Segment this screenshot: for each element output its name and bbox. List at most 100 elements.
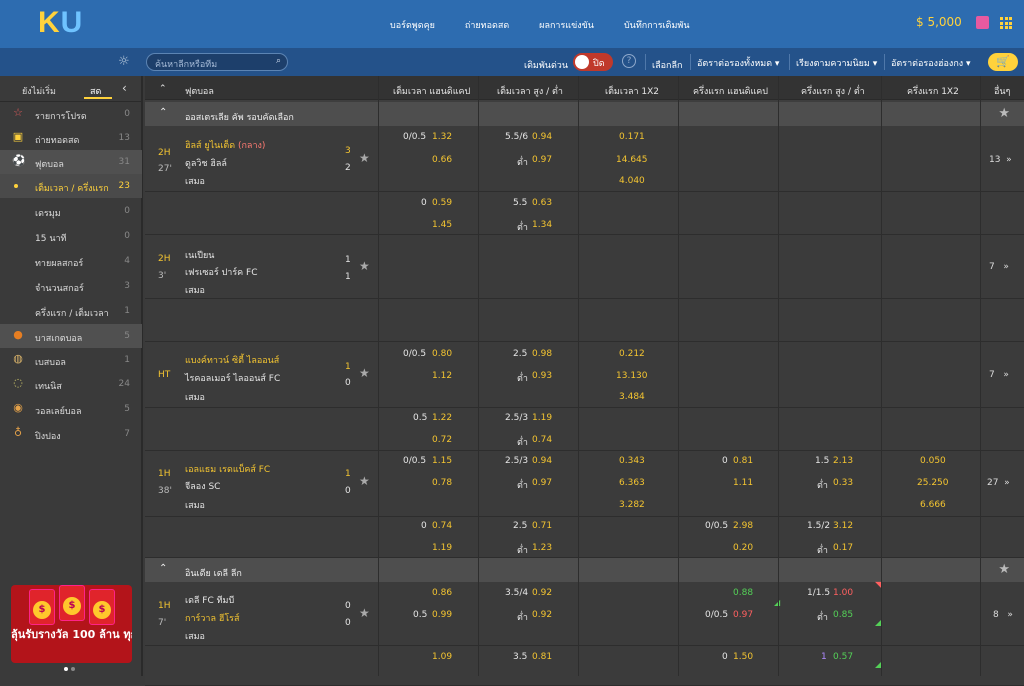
collapse-chevron-icon[interactable]: ‹ xyxy=(122,81,127,95)
odds-button[interactable]: 0.71 xyxy=(532,521,552,531)
collapse-icon[interactable]: ⌃ xyxy=(159,563,167,574)
tab-live[interactable]: สด xyxy=(90,84,101,98)
sidebar-item-volleyball[interactable]: ◉ วอลเลย์บอล 5 xyxy=(0,397,142,421)
odds-button[interactable]: 0.81 xyxy=(532,652,552,662)
odds-button[interactable]: 0.74 xyxy=(532,435,552,445)
odds-button[interactable]: 1.23 xyxy=(532,543,552,553)
home-team[interactable]: เดลี FC ทีมบี xyxy=(185,593,234,607)
home-team[interactable]: ฮิลส์ ยูไนเต็ด (กลาง) xyxy=(185,138,265,152)
odds-button[interactable]: 0.97 xyxy=(532,155,552,165)
odds-button[interactable]: 2.98 xyxy=(733,521,753,531)
nav-results[interactable]: ผลการแข่งขัน xyxy=(539,18,594,32)
more-markets-button[interactable]: 13 » xyxy=(989,155,1012,165)
nav-forum[interactable]: บอร์ดพูดคุย xyxy=(390,18,435,32)
quick-bet-toggle[interactable]: ปิด xyxy=(573,53,613,71)
odds-button[interactable]: 0.78 xyxy=(432,478,452,488)
odds-button[interactable]: 1.12 xyxy=(432,371,452,381)
odds-button[interactable]: 0.86 xyxy=(432,588,452,598)
odds-button[interactable]: 1.50 xyxy=(733,652,753,662)
odds-button[interactable]: 1.11 xyxy=(733,478,753,488)
apps-grid-icon[interactable] xyxy=(1000,17,1012,29)
odds-button[interactable]: 6.666 xyxy=(920,500,946,510)
away-team[interactable]: จีลอง SC xyxy=(185,479,220,493)
search-input[interactable]: ค้นหาลีกหรือทีม ⌕ xyxy=(146,53,288,71)
away-team[interactable]: ไรคอลเมอร์ ไลออนส์ FC xyxy=(185,371,280,385)
sidebar-item-corners[interactable]: เดรมุม 0 xyxy=(0,199,142,223)
odds-button[interactable]: 0.92 xyxy=(532,610,552,620)
gift-icon[interactable] xyxy=(976,16,989,29)
odds-button[interactable]: 14.645 xyxy=(616,155,648,165)
odds-button[interactable]: 0.80 xyxy=(432,349,452,359)
sidebar-item-correct-score[interactable]: ทายผลสกอร์ 4 xyxy=(0,249,142,273)
odds-button[interactable]: 0.343 xyxy=(619,456,645,466)
odds-button[interactable]: 0.93 xyxy=(532,371,552,381)
promo-pager[interactable] xyxy=(64,667,75,671)
odds-button[interactable]: 6.363 xyxy=(619,478,645,488)
odds-button[interactable]: 0.66 xyxy=(432,155,452,165)
sidebar-item-favorites[interactable]: ☆ รายการโปรด 0 xyxy=(0,102,142,126)
sidebar-item-tennis[interactable]: ◌ เทนนิส 24 xyxy=(0,372,142,396)
more-markets-button[interactable]: 27 » xyxy=(987,478,1010,488)
bet-slip-icon[interactable]: 🛒 xyxy=(988,53,1018,71)
odds-button[interactable]: 1.19 xyxy=(532,413,552,423)
away-team[interactable]: ดูลวิช ฮิลล์ xyxy=(185,156,227,170)
odds-button[interactable]: 0.57 xyxy=(833,652,853,662)
odds-button[interactable]: 1.22 xyxy=(432,413,452,423)
odds-button[interactable]: 0.92 xyxy=(532,588,552,598)
odds-button[interactable]: 3.12 xyxy=(833,521,853,531)
odds-button[interactable]: 0.88 xyxy=(733,588,753,598)
league-header[interactable]: ⌃ ออสเตรเลีย คัพ รอบคัดเลือก ★ xyxy=(145,102,1024,126)
odds-all-dropdown[interactable]: อัตราต่อรองทั้งหมด xyxy=(697,56,779,70)
sidebar-item-fulltime-halftime[interactable]: เต็มเวลา / ครึ่งแรก 23 xyxy=(0,174,142,198)
odds-button[interactable]: 1.45 xyxy=(432,220,452,230)
favorite-star-icon[interactable]: ★ xyxy=(359,366,370,380)
nav-bet-history[interactable]: บันทึกการเดิมพัน xyxy=(624,18,690,32)
search-icon[interactable]: ⌕ xyxy=(276,56,281,66)
favorite-star-icon[interactable]: ★ xyxy=(359,151,370,165)
promo-banner[interactable]: $$$ ลุ้นรับรางวัล 100 ล้าน ทุกสัปดาห์ xyxy=(11,585,132,663)
sidebar-item-baseball[interactable]: ◍ เบสบอล 1 xyxy=(0,348,142,372)
odds-button[interactable]: 1.19 xyxy=(432,543,452,553)
odds-button[interactable]: 0.94 xyxy=(532,132,552,142)
odds-button[interactable]: 0.20 xyxy=(733,543,753,553)
home-team[interactable]: แบงค์ทาวน์ ซิตี้ ไลออนส์ xyxy=(185,353,279,367)
nav-live-stream[interactable]: ถ่ายทอดสด xyxy=(465,18,509,32)
sidebar-item-halftime-fulltime[interactable]: ครึ่งแรก / เต็มเวลา 1 xyxy=(0,299,142,323)
favorite-star-icon[interactable]: ★ xyxy=(359,606,370,620)
odds-button[interactable]: 1.00 xyxy=(833,588,853,598)
odds-button[interactable]: 0.72 xyxy=(432,435,452,445)
odds-button[interactable]: 3.282 xyxy=(619,500,645,510)
odds-button[interactable]: 1.32 xyxy=(432,132,452,142)
select-league-button[interactable]: เลือกลีก xyxy=(652,58,682,72)
league-star-icon[interactable]: ★ xyxy=(998,562,1010,577)
odds-button[interactable]: 0.97 xyxy=(532,478,552,488)
favorite-star-icon[interactable]: ★ xyxy=(359,259,370,273)
odds-button[interactable]: 1.15 xyxy=(432,456,452,466)
more-markets-button[interactable]: 7 » xyxy=(989,370,1009,380)
col-collapse-icon[interactable]: ⌃ xyxy=(159,84,167,94)
away-team[interactable]: เฟรเซอร์ ปาร์ค FC xyxy=(185,265,258,279)
sidebar-item-pingpong[interactable]: ♁ ปิงปอง 7 xyxy=(0,422,142,446)
away-team[interactable]: การ์วาล ฮีโรส์ xyxy=(185,611,239,625)
odds-button[interactable]: 2.13 xyxy=(833,456,853,466)
odds-button[interactable]: 1.09 xyxy=(432,652,452,662)
more-markets-button[interactable]: 7 » xyxy=(989,262,1009,272)
odds-button[interactable]: 0.81 xyxy=(733,456,753,466)
odds-button[interactable]: 0.85 xyxy=(833,610,853,620)
odds-button[interactable]: 25.250 xyxy=(917,478,949,488)
odds-button[interactable]: 0.99 xyxy=(432,610,452,620)
home-team[interactable]: เนเปียน xyxy=(185,248,214,262)
league-star-icon[interactable]: ★ xyxy=(998,106,1010,121)
odds-button[interactable]: 0.94 xyxy=(532,456,552,466)
odds-button[interactable]: 0.33 xyxy=(833,478,853,488)
odds-button[interactable]: 0.97 xyxy=(733,610,753,620)
odds-button[interactable]: 0.171 xyxy=(619,132,645,142)
odds-button[interactable]: 0.74 xyxy=(432,521,452,531)
tab-upcoming[interactable]: ยังไม่เริ่ม xyxy=(22,84,56,98)
odds-button[interactable]: 1.34 xyxy=(532,220,552,230)
sidebar-item-soccer[interactable]: ⚽ ฟุตบอล 31 xyxy=(0,150,142,174)
odds-button[interactable]: 0.212 xyxy=(619,349,645,359)
sidebar-item-basketball[interactable]: ● บาสเกตบอล 5 xyxy=(0,324,142,348)
more-markets-button[interactable]: 8 » xyxy=(993,610,1013,620)
odds-button[interactable]: 0.050 xyxy=(920,456,946,466)
